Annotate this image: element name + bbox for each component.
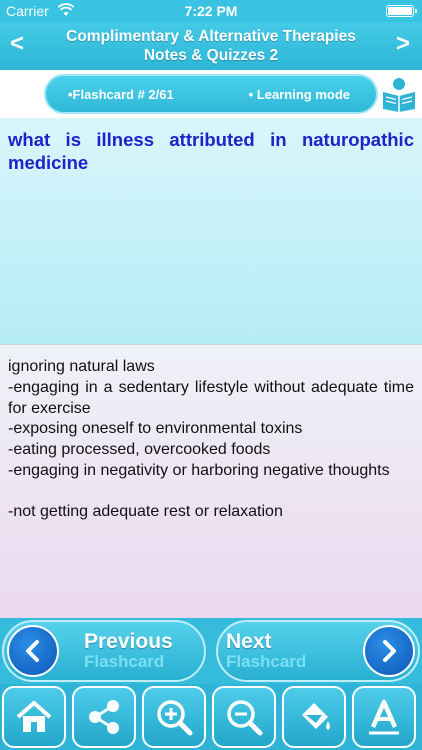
title-line-1: Complimentary & Alternative Therapies — [66, 28, 356, 45]
home-icon — [16, 701, 52, 732]
chevron-left-icon — [26, 640, 39, 662]
paint-bucket-icon — [302, 703, 330, 730]
status-bar: Carrier 7:22 PM — [0, 0, 422, 22]
previous-flashcard-button[interactable]: Previous Flashcard — [2, 620, 206, 682]
answer-line: -eating processed, overcooked foods — [8, 441, 271, 458]
answer-panel: ignoring natural laws -engaging in a sed… — [0, 344, 422, 618]
page-title: Complimentary & Alternative Therapies No… — [44, 27, 378, 65]
font-icon — [369, 699, 399, 735]
mode-pill[interactable]: •Flashcard # 2/61 • Learning mode — [44, 74, 378, 114]
font-settings-button[interactable] — [352, 686, 416, 748]
reader-icon[interactable] — [380, 76, 418, 112]
answer-line: ignoring natural laws — [8, 358, 155, 375]
learning-mode-label[interactable]: • Learning mode — [249, 87, 350, 102]
previous-label: Previous — [84, 630, 173, 653]
answer-line: -engaging in negativity or harboring neg… — [8, 462, 390, 479]
next-sublabel: Flashcard — [226, 652, 307, 671]
share-icon — [89, 700, 119, 734]
answer-line: -exposing oneself to environmental toxin… — [8, 420, 303, 437]
flashcard-counter: •Flashcard # 2/61 — [68, 87, 174, 102]
zoom-out-button[interactable] — [212, 686, 276, 748]
zoom-in-button[interactable] — [142, 686, 206, 748]
question-panel: what is illness attributed in naturopath… — [0, 118, 422, 344]
arrow-right-circle — [363, 625, 415, 677]
zoom-in-icon — [157, 700, 193, 736]
flashcard-navigation: Previous Flashcard Next Flashcard — [0, 618, 422, 684]
prev-chapter-button[interactable]: < — [10, 32, 24, 56]
home-button[interactable] — [2, 686, 66, 748]
title-line-2: Notes & Quizzes 2 — [143, 47, 279, 64]
share-button[interactable] — [72, 686, 136, 748]
next-flashcard-button[interactable]: Next Flashcard — [216, 620, 420, 682]
clock: 7:22 PM — [184, 3, 238, 19]
previous-sublabel: Flashcard — [84, 652, 165, 671]
mode-bar: •Flashcard # 2/61 • Learning mode — [0, 70, 422, 118]
answer-line: -not getting adequate rest or relaxation — [8, 503, 283, 520]
bottom-toolbar — [0, 684, 422, 750]
answer-line: -engaging in a sedentary lifestyle witho… — [8, 379, 414, 417]
zoom-out-icon — [227, 700, 263, 736]
arrow-left-circle — [7, 625, 59, 677]
chevron-right-icon — [383, 640, 396, 662]
question-text: what is illness attributed in naturopath… — [8, 129, 414, 173]
next-chapter-button[interactable]: > — [396, 32, 410, 56]
next-label: Next — [226, 630, 272, 653]
app-header: < Complimentary & Alternative Therapies … — [0, 22, 422, 70]
background-color-button[interactable] — [282, 686, 346, 748]
battery-icon — [386, 5, 417, 17]
